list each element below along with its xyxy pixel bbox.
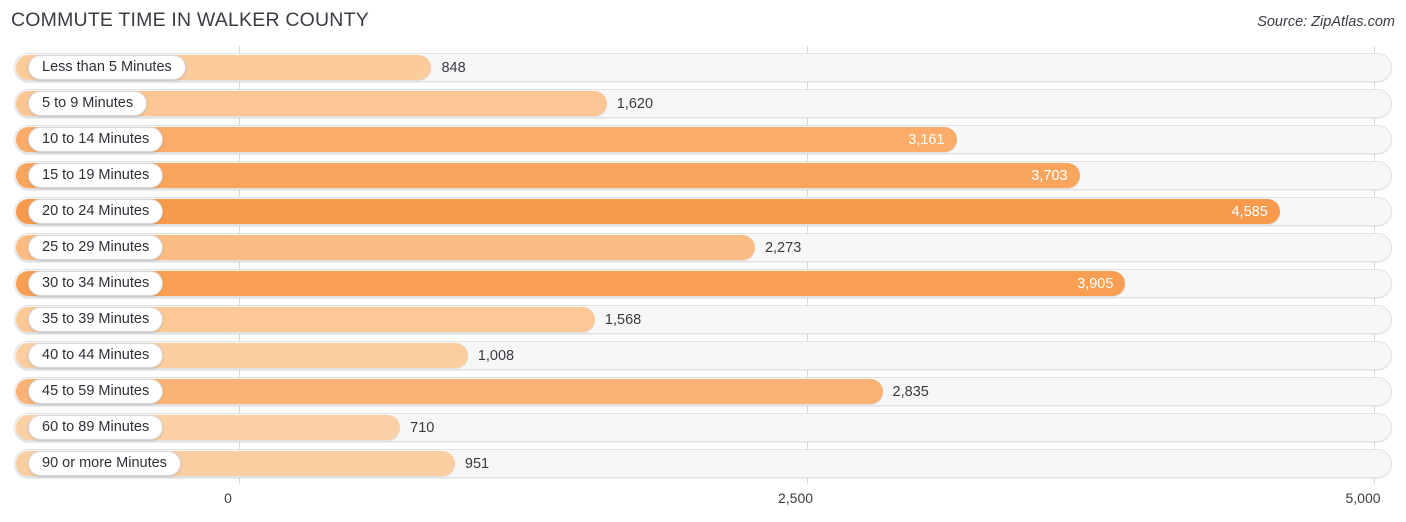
bar-label-pill[interactable]: 40 to 44 Minutes [28,343,164,368]
bar-label-text: 60 to 89 Minutes [42,419,150,436]
bar-value-label: 1,620 [616,95,654,112]
bar-fill [16,271,1126,296]
bar-rows: Less than 5 Minutes 848 5 to 9 Minutes 1,62… [0,44,1406,486]
bar-row[interactable]: 15 to 19 Minutes 3,703 [14,161,1392,190]
bar-label-text: 10 to 14 Minutes [42,131,150,148]
bar-row[interactable]: 20 to 24 Minutes 4,585 [14,197,1392,226]
commute-time-bar-chart: COMMUTE TIME IN WALKER COUNTY Source: Zi… [0,0,1406,522]
bar-label-pill[interactable]: 25 to 29 Minutes [28,235,164,260]
bar-value-label: 4,585 [1231,203,1268,220]
bar-value-label: 3,161 [908,131,945,148]
bar-row[interactable]: Less than 5 Minutes 848 [14,53,1392,82]
bar-row[interactable]: 60 to 89 Minutes 710 [14,413,1392,442]
chart-header: COMMUTE TIME IN WALKER COUNTY Source: Zi… [0,0,1406,44]
bar-value-label: 2,273 [764,239,802,256]
bar-row[interactable]: 45 to 59 Minutes 2,835 [14,377,1392,406]
bar-label-text: 20 to 24 Minutes [42,203,150,220]
source-attribution: Source: ZipAtlas.com [1257,14,1395,30]
bar-label-pill[interactable]: 10 to 14 Minutes [28,127,164,152]
bar-label-text: 15 to 19 Minutes [42,167,150,184]
x-axis-tick-label: 2,500 [777,490,814,506]
bar-label-text: 45 to 59 Minutes [42,383,150,400]
page-title: COMMUTE TIME IN WALKER COUNTY [11,9,369,31]
bar-value-label: 710 [410,419,435,436]
bar-fill [16,163,1080,188]
bar-label-pill[interactable]: 35 to 39 Minutes [28,307,164,332]
bar-value-label: 3,703 [1031,167,1068,184]
bar-label-text: 25 to 29 Minutes [42,239,150,256]
bar-label-pill[interactable]: 30 to 34 Minutes [28,271,164,296]
bar-label-text: 40 to 44 Minutes [42,347,150,364]
bar-label-pill[interactable]: 20 to 24 Minutes [28,199,164,224]
bar-row[interactable]: 35 to 39 Minutes 1,568 [14,305,1392,334]
bar-row[interactable]: 40 to 44 Minutes 1,008 [14,341,1392,370]
bar-label-pill[interactable]: 60 to 89 Minutes [28,415,164,440]
bar-label-text: 5 to 9 Minutes [42,95,134,112]
x-axis: 0 2,500 5,000 [0,486,1406,522]
x-axis-tick-label: 5,000 [1345,490,1381,506]
bar-row[interactable]: 10 to 14 Minutes 3,161 [14,125,1392,154]
bar-label-pill[interactable]: Less than 5 Minutes [28,55,186,80]
bar-row[interactable]: 5 to 9 Minutes 1,620 [14,89,1392,118]
x-axis-tick-label: 0 [224,490,232,506]
bar-value-label: 848 [441,59,466,76]
bar-label-text: 30 to 34 Minutes [42,275,150,292]
bar-label-text: Less than 5 Minutes [42,59,172,76]
bar-label-pill[interactable]: 5 to 9 Minutes [28,91,148,116]
bar-row[interactable]: 30 to 34 Minutes 3,905 [14,269,1392,298]
bar-value-label: 2,835 [892,383,929,400]
bar-value-label: 951 [464,455,490,472]
bar-fill [16,199,1280,224]
bar-value-label: 1,568 [604,311,642,328]
plot-area: Less than 5 Minutes 848 5 to 9 Minutes 1,62… [0,44,1406,486]
bar-value-label: 1,008 [477,347,515,364]
bar-row[interactable]: 25 to 29 Minutes 2,273 [14,233,1392,262]
bar-label-text: 35 to 39 Minutes [42,311,150,328]
bar-label-pill[interactable]: 15 to 19 Minutes [28,163,164,188]
bar-row[interactable]: 90 or more Minutes 951 [14,449,1392,478]
bar-label-pill[interactable]: 45 to 59 Minutes [28,379,164,404]
bar-label-text: 90 or more Minutes [42,455,167,472]
bar-label-pill[interactable]: 90 or more Minutes [28,451,181,476]
bar-value-label: 3,905 [1077,275,1114,292]
